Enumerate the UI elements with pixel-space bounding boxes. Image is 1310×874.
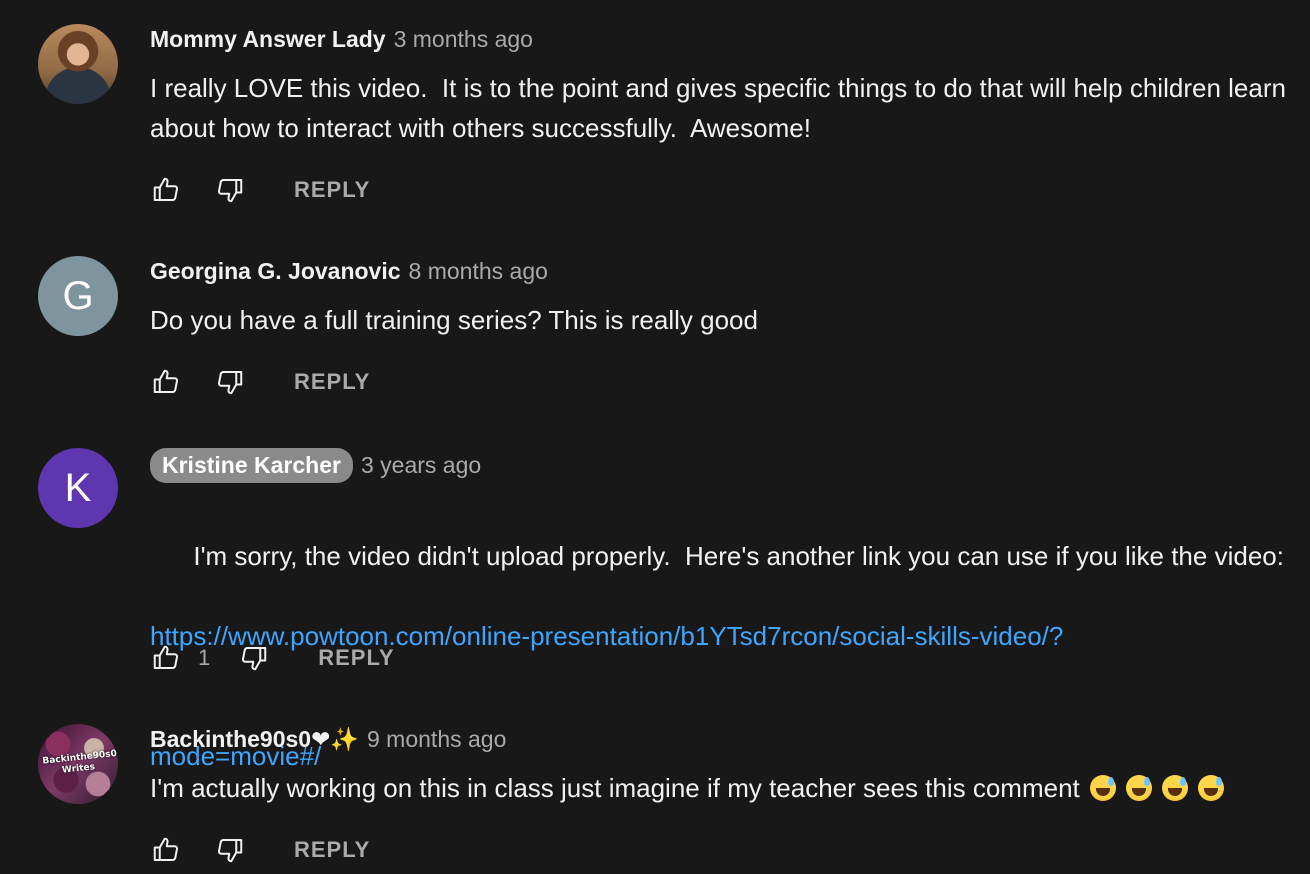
comment-text: I really LOVE this video. It is to the p… xyxy=(150,73,1294,143)
comment-timestamp[interactable]: 9 months ago xyxy=(367,726,506,753)
comment-timestamp[interactable]: 3 months ago xyxy=(394,26,533,53)
comment-thread: K Kristine Karcher 3 years ago I'm sorry… xyxy=(0,424,1310,771)
author-name[interactable]: Georgina G. Jovanovic xyxy=(150,258,401,285)
comment-thread: Mommy Answer Lady 3 months ago I really … xyxy=(0,0,1310,232)
thumbs-down-icon[interactable] xyxy=(214,834,246,866)
sweat-smile-emoji-icon xyxy=(1197,775,1224,801)
author-name[interactable]: Mommy Answer Lady xyxy=(150,26,386,53)
avatar-letter: K xyxy=(64,465,92,510)
avatar[interactable]: K xyxy=(38,448,118,528)
reply-button[interactable]: REPLY xyxy=(294,837,370,863)
avatar-letter: G xyxy=(62,273,94,318)
thumbs-up-icon[interactable] xyxy=(150,366,182,398)
comment-actions: REPLY xyxy=(150,832,370,868)
thumbs-down-icon[interactable] xyxy=(214,174,246,206)
avatar[interactable]: Backinthe90s0 Writes xyxy=(38,724,118,804)
avatar[interactable] xyxy=(38,24,118,104)
comments-list: Mommy Answer Lady 3 months ago I really … xyxy=(0,0,1310,874)
sweat-smile-emoji-icon xyxy=(1161,775,1188,801)
comment-actions: REPLY xyxy=(150,364,370,400)
reply-button[interactable]: REPLY xyxy=(318,645,394,671)
thumbs-up-icon[interactable] xyxy=(150,174,182,206)
comment-thread: G Georgina G. Jovanovic 8 months ago Do … xyxy=(0,232,1310,424)
comment-text: I'm actually working on this in class ju… xyxy=(150,768,1310,808)
comment-timestamp[interactable]: 3 years ago xyxy=(361,452,481,479)
thumbs-up-icon[interactable] xyxy=(150,834,182,866)
thumbs-down-icon[interactable] xyxy=(214,366,246,398)
thumbs-up-icon[interactable] xyxy=(150,642,182,674)
comment-text-content: I'm sorry, the video didn't upload prope… xyxy=(193,541,1284,571)
sweat-smile-emoji-icon xyxy=(1089,775,1116,801)
author-name-creator-badge[interactable]: Kristine Karcher xyxy=(150,448,353,483)
avatar[interactable]: G xyxy=(38,256,118,336)
comment-actions: 1 REPLY xyxy=(150,640,395,676)
author-name[interactable]: Backinthe90s0❤✨ xyxy=(150,726,359,753)
comment-text-content: I'm actually working on this in class ju… xyxy=(150,773,1080,803)
comment-header: Mommy Answer Lady 3 months ago xyxy=(150,26,533,53)
comment-header: Kristine Karcher 3 years ago xyxy=(150,448,481,483)
comment-thread: Backinthe90s0 Writes Backinthe90s0❤✨ 9 m… xyxy=(0,700,1310,874)
sweat-smile-emoji-icon xyxy=(1125,775,1152,801)
comment-text: Do you have a full training series? This… xyxy=(150,305,758,335)
comment-header: Georgina G. Jovanovic 8 months ago xyxy=(150,258,548,285)
comment-header: Backinthe90s0❤✨ 9 months ago xyxy=(150,726,506,753)
like-count: 1 xyxy=(198,645,211,670)
thumbs-down-icon[interactable] xyxy=(238,642,270,674)
comment-actions: REPLY xyxy=(150,172,370,208)
avatar-text: Backinthe90s0 Writes xyxy=(42,748,118,776)
reply-button[interactable]: REPLY xyxy=(294,177,370,203)
reply-button[interactable]: REPLY xyxy=(294,369,370,395)
comment-timestamp[interactable]: 8 months ago xyxy=(409,258,548,285)
